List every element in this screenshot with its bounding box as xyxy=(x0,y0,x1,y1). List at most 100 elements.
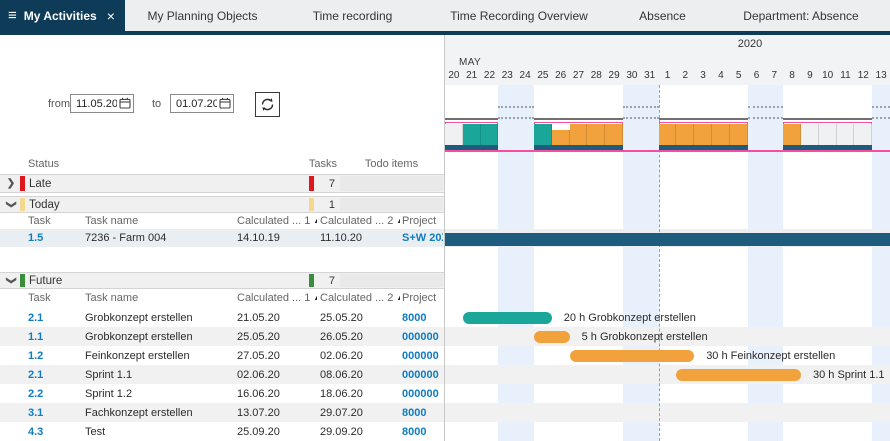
status-strip xyxy=(20,274,25,287)
gantt-bar-label: 30 h Feinkonzept erstellen xyxy=(706,349,835,363)
group-name: Late xyxy=(29,175,229,192)
day-header-cell: 23 xyxy=(498,70,516,84)
subcolumn-header-calculated-2[interactable]: Calculated ... 2▲ xyxy=(320,213,400,229)
calculated-date-1: 27.05.20 xyxy=(237,346,317,365)
todo-items-cell xyxy=(340,274,443,287)
menu-icon[interactable]: ≡ xyxy=(8,7,17,24)
weekend-column xyxy=(516,85,534,441)
task-row[interactable]: 1.1Grobkonzept erstellen25.05.2026.05.20… xyxy=(0,327,444,346)
task-id-link[interactable]: 1.2 xyxy=(28,346,80,365)
day-header-cell: 20 xyxy=(445,70,463,84)
calendar-icon[interactable] xyxy=(219,97,231,109)
active-tab-label: My Activities xyxy=(24,9,97,23)
year-label: 2020 xyxy=(725,38,775,50)
status-strip xyxy=(309,198,314,211)
task-name: 7236 - Farm 004 xyxy=(85,229,233,247)
project-link[interactable]: 000000 xyxy=(402,384,443,403)
day-header-cell: 1 xyxy=(659,70,677,84)
task-row[interactable]: 2.2Sprint 1.216.06.2018.06.20000000 xyxy=(0,384,444,403)
subcolumn-header-calculated-1[interactable]: Calculated ... 1▲ xyxy=(237,213,317,229)
histogram-bar-planned xyxy=(712,124,730,145)
project-link[interactable]: 000000 xyxy=(402,365,443,384)
day-header-cell: 13 xyxy=(872,70,890,84)
weekend-column xyxy=(641,85,659,441)
project-link[interactable]: 8000 xyxy=(402,403,443,422)
task-row[interactable]: 2.1Sprint 1.102.06.2008.06.20000000 xyxy=(0,365,444,384)
tab-my-activities[interactable]: ≡ My Activities × xyxy=(0,0,125,31)
tasks-count: 7 xyxy=(315,273,335,288)
task-id-link[interactable]: 2.1 xyxy=(28,365,80,384)
task-id-link[interactable]: 1.1 xyxy=(28,327,80,346)
group-row-late[interactable]: ❯Late7 xyxy=(0,174,444,193)
capacity-dotted-line xyxy=(748,106,784,108)
task-id-link[interactable]: 2.2 xyxy=(28,384,80,403)
histogram-bar-booked xyxy=(534,124,552,145)
refresh-icon xyxy=(259,96,276,113)
project-link[interactable]: 8000 xyxy=(402,422,443,441)
weekend-column xyxy=(765,85,783,441)
close-icon[interactable]: × xyxy=(107,8,115,24)
histogram-bar-empty xyxy=(445,124,463,145)
calculated-date-2: 02.06.20 xyxy=(320,346,400,365)
day-header-cell: 9 xyxy=(801,70,819,84)
task-row[interactable]: 1.57236 - Farm 00414.10.1911.10.20S+W 20… xyxy=(0,229,444,247)
tab-time-recording-overview[interactable]: Time Recording Overview xyxy=(425,0,613,31)
day-header-cell: 24 xyxy=(516,70,534,84)
gantt-bar-30-h-sprint-1-1[interactable] xyxy=(676,369,801,381)
day-header-cell: 27 xyxy=(570,70,588,84)
day-header-cell: 28 xyxy=(587,70,605,84)
calculated-date-2: 26.05.20 xyxy=(320,327,400,346)
capacity-dotted-line xyxy=(872,117,890,119)
calculated-date-2: 08.06.20 xyxy=(320,365,400,384)
task-row[interactable]: 4.3Test25.09.2029.09.208000 xyxy=(0,422,444,441)
chevron-collapsed-icon[interactable]: ❯ xyxy=(4,175,18,192)
status-strip xyxy=(20,198,25,211)
calculated-date-2: 25.05.20 xyxy=(320,308,400,327)
task-id-link[interactable]: 1.5 xyxy=(28,229,80,247)
project-link[interactable]: S+W 20X xyxy=(402,229,443,247)
gantt-bar-30-h-feinkonzept-erstellen[interactable] xyxy=(570,350,695,362)
tab-absence[interactable]: Absence xyxy=(613,0,712,31)
group-row-today[interactable]: ❯Today1 xyxy=(0,196,444,213)
weekend-column xyxy=(872,85,890,441)
calendar-icon[interactable] xyxy=(119,97,131,109)
tab-my-planning-objects[interactable]: My Planning Objects xyxy=(125,0,280,31)
refresh-button[interactable] xyxy=(255,92,280,117)
tab-department-absence[interactable]: Department: Absence xyxy=(712,0,890,31)
task-name: Grobkonzept erstellen xyxy=(85,308,233,327)
task-row[interactable]: 1.2Feinkonzept erstellen27.05.2002.06.20… xyxy=(0,346,444,365)
chevron-expanded-icon[interactable]: ❯ xyxy=(4,198,19,212)
task-row[interactable]: 3.1Fachkonzept erstellen13.07.2029.07.20… xyxy=(0,403,444,422)
group-row-future[interactable]: ❯Future7 xyxy=(0,272,444,289)
capacity-dotted-line xyxy=(748,117,784,119)
day-header-cell: 3 xyxy=(694,70,712,84)
project-link[interactable]: 8000 xyxy=(402,308,443,327)
histogram-bar-planned xyxy=(570,124,588,145)
day-header-cell: 25 xyxy=(534,70,552,84)
capacity-histogram-group xyxy=(534,118,623,152)
month-label: MAY xyxy=(459,57,481,68)
gantt-chart-body: 20 h Grobkonzept erstellen5 h Grobkonzep… xyxy=(445,85,890,441)
subcolumn-header-calculated-2[interactable]: Calculated ... 2▲ xyxy=(320,289,400,307)
project-link[interactable]: 000000 xyxy=(402,346,443,365)
status-strip xyxy=(309,274,314,287)
task-id-link[interactable]: 4.3 xyxy=(28,422,80,441)
gantt-bar-5-h-grobkonzept-erstellen[interactable] xyxy=(534,331,570,343)
tab-time-recording[interactable]: Time recording xyxy=(280,0,425,31)
project-link[interactable]: 000000 xyxy=(402,327,443,346)
calculated-date-2: 11.10.20 xyxy=(320,229,400,247)
calculated-date-1: 02.06.20 xyxy=(237,365,317,384)
capacity-dotted-line xyxy=(498,106,534,108)
chevron-expanded-icon[interactable]: ❯ xyxy=(4,274,19,288)
task-row[interactable]: 2.1Grobkonzept erstellen21.05.2025.05.20… xyxy=(0,308,444,327)
full-span-task-bar[interactable] xyxy=(445,233,890,246)
task-id-link[interactable]: 2.1 xyxy=(28,308,80,327)
histogram-bar-planned xyxy=(659,124,677,145)
subcolumn-header-calculated-1[interactable]: Calculated ... 1▲ xyxy=(237,289,317,307)
day-header-cell: 12 xyxy=(854,70,872,84)
histogram-bar-planned xyxy=(694,124,712,145)
task-id-link[interactable]: 3.1 xyxy=(28,403,80,422)
column-header-status: Status xyxy=(28,155,228,172)
calculated-date-1: 13.07.20 xyxy=(237,403,317,422)
gantt-bar-20-h-grobkonzept-erstellen[interactable] xyxy=(463,312,552,324)
